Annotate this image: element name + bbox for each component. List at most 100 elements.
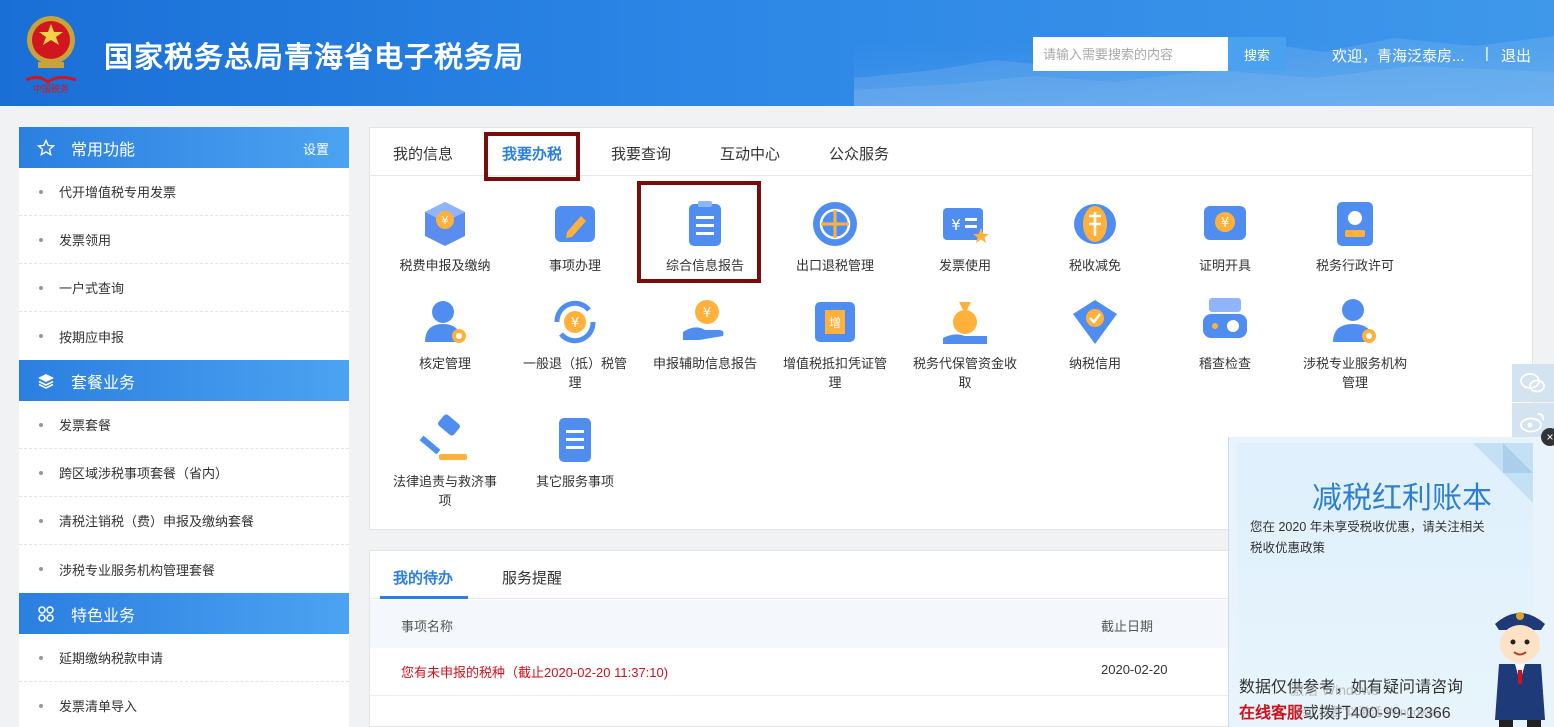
service-custody-fund[interactable]: 税务代保管资金收取 <box>910 296 1020 392</box>
service-legal-remedy[interactable]: 法律追责与救济事项 <box>390 414 500 510</box>
sidebar-item[interactable]: 清税注销税（费）申报及缴纳套餐 <box>19 497 349 545</box>
service-label: 法律追责与救济事项 <box>392 474 497 508</box>
sidebar-item[interactable]: 延期缴纳税款申请 <box>19 634 349 682</box>
refund-icon: ¥ <box>554 300 596 344</box>
service-label: 增值税抵扣凭证管理 <box>782 356 887 390</box>
sidebar-section-common[interactable]: 常用功能 设置 <box>19 127 349 168</box>
inspect-icon <box>1203 298 1247 338</box>
tax-declare-icon: ¥ <box>425 202 465 246</box>
bullet <box>39 655 43 660</box>
tab-interaction[interactable]: 互动中心 <box>720 143 780 164</box>
bullet <box>39 237 43 242</box>
sidebar-item[interactable]: 发票套餐 <box>19 401 349 449</box>
close-banner-button[interactable]: × <box>1541 428 1554 446</box>
vat-ticket-icon: 增 <box>815 302 855 342</box>
search-input[interactable] <box>1033 37 1228 71</box>
site-title: 国家税务总局青海省电子税务局 <box>104 42 525 74</box>
sidebar-section-feature[interactable]: 特色业务 <box>19 593 349 634</box>
service-export-refund[interactable]: 出口退税管理 <box>780 198 890 275</box>
sidebar-section-package[interactable]: 套餐业务 <box>19 360 349 401</box>
tab-my-todo[interactable]: 我的待办 <box>393 567 453 588</box>
wechat-icon <box>1520 373 1545 393</box>
banner-title: 减税红利账本 <box>1312 482 1492 515</box>
service-label: 稽查检查 <box>1198 356 1251 371</box>
bullet <box>39 285 43 290</box>
header-separator: | <box>1485 45 1489 62</box>
gavel-icon <box>419 414 467 460</box>
banner-text: 您在 2020 年未享受税收优惠，请关注相关税收优惠政策 <box>1250 520 1485 555</box>
sidebar-item[interactable]: 发票清单导入 <box>19 682 349 727</box>
sidebar-item-label: 清税注销税（费）申报及缴纳套餐 <box>59 514 255 529</box>
certificate-icon: ¥ <box>1204 206 1246 240</box>
tax-emblem-logo: 中国税务 <box>18 10 84 95</box>
windows-activation-watermark: 激活 Windows <box>1290 682 1379 698</box>
service-admin-permit[interactable]: 税务行政许可 <box>1300 198 1410 275</box>
tab-public-service[interactable]: 公众服务 <box>829 143 889 164</box>
service-tax-declare[interactable]: ¥ 税费申报及缴纳 <box>390 198 500 275</box>
tab-query[interactable]: 我要查询 <box>611 143 671 164</box>
tab-my-info[interactable]: 我的信息 <box>393 143 453 164</box>
service-vat-deduction[interactable]: 增 增值税抵扣凭证管理 <box>780 296 890 392</box>
bullet <box>39 334 43 338</box>
bullet <box>39 703 43 708</box>
service-tax-relief[interactable]: 税收减免 <box>1040 198 1150 275</box>
sidebar-item[interactable]: 跨区域涉税事项套餐（省内） <box>19 449 349 497</box>
svg-text:¥: ¥ <box>703 306 711 321</box>
tab-service-reminder[interactable]: 服务提醒 <box>502 567 562 588</box>
sidebar-section-title: 常用功能 <box>71 141 136 159</box>
service-label: 税务代保管资金收取 <box>912 356 1017 390</box>
service-certificate[interactable]: ¥ 证明开具 <box>1170 198 1280 275</box>
service-label: 纳税信用 <box>1068 356 1121 371</box>
tax-benefit-banner[interactable]: 减税红利账本 您在 2020 年未享受税收优惠，请关注相关税收优惠政策 数据仅供… <box>1228 437 1554 727</box>
service-label: 出口退税管理 <box>795 258 874 273</box>
credit-icon <box>1073 300 1117 344</box>
service-label: 税收减免 <box>1068 258 1121 273</box>
money-bag-icon <box>943 302 987 344</box>
edit-icon <box>555 206 595 242</box>
svg-text:¥: ¥ <box>442 214 449 227</box>
settings-link[interactable]: 设置 <box>303 139 329 158</box>
sidebar-item[interactable]: 按期应申报 <box>19 312 349 360</box>
permit-icon <box>1337 202 1373 246</box>
sidebar-item[interactable]: 发票领用 <box>19 216 349 264</box>
service-label: 税务行政许可 <box>1315 258 1394 273</box>
service-tax-credit[interactable]: 纳税信用 <box>1040 296 1150 373</box>
invoice-icon: ¥ <box>943 208 989 243</box>
service-matter-handling[interactable]: 事项办理 <box>520 198 630 275</box>
service-label: 事项办理 <box>548 258 601 273</box>
service-declare-aux[interactable]: ¥ 申报辅助信息报告 <box>650 296 760 373</box>
sidebar-item[interactable]: 代开增值税专用发票 <box>19 168 349 216</box>
sidebar-item-label: 跨区域涉税事项套餐（省内） <box>59 466 229 481</box>
sidebar-item-label: 发票套餐 <box>59 418 112 433</box>
user-gear-icon <box>425 301 466 343</box>
welcome-user-link[interactable]: 欢迎，青海泛泰房... <box>1332 45 1465 66</box>
svg-text:¥: ¥ <box>571 316 579 331</box>
todo-item-name[interactable]: 您有未申报的税种（截止2020-02-20 11:37:10) <box>401 662 668 681</box>
todo-item-deadline: 2020-02-20 <box>1101 662 1168 677</box>
service-general-refund[interactable]: ¥ 一般退（抵）税管理 <box>520 296 630 392</box>
service-invoice-use[interactable]: ¥ 发票使用 <box>910 198 1020 275</box>
bullet <box>39 470 43 475</box>
sidebar-item-label: 发票清单导入 <box>59 699 138 714</box>
sidebar-item[interactable]: 涉税专业服务机构管理套餐 <box>19 545 349 593</box>
bullet <box>39 567 43 571</box>
search-button[interactable]: 搜索 <box>1228 37 1286 71</box>
service-inspection[interactable]: 稽查检查 <box>1170 296 1280 373</box>
logout-link[interactable]: 退出 <box>1501 45 1531 66</box>
service-agency-mgmt[interactable]: 涉税专业服务机构管理 <box>1300 296 1410 392</box>
wechat-float-button[interactable] <box>1512 364 1554 402</box>
tax-relief-icon <box>1074 204 1116 244</box>
column-header-name: 事项名称 <box>401 619 454 634</box>
service-label: 涉税专业服务机构管理 <box>1302 356 1407 390</box>
bullet <box>39 189 43 194</box>
svg-text:¥: ¥ <box>1221 216 1229 231</box>
header: 中国税务 国家税务总局青海省电子税务局 搜索 欢迎，青海泛泰房... | 退出 <box>0 0 1554 106</box>
service-info-report[interactable]: 综合信息报告 <box>650 198 760 275</box>
sidebar-item[interactable]: 一户式查询 <box>19 264 349 312</box>
service-label: 发票使用 <box>938 258 991 273</box>
service-other[interactable]: 其它服务事项 <box>520 414 630 491</box>
globe-icon <box>813 202 857 246</box>
service-assessment[interactable]: 核定管理 <box>390 296 500 373</box>
service-label: 核定管理 <box>418 356 471 371</box>
active-tab-underline <box>380 596 468 599</box>
